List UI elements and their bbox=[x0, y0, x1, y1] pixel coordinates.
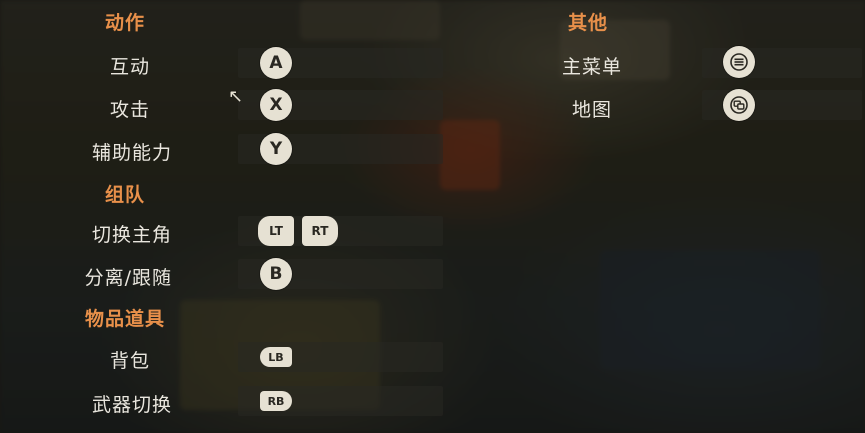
label-weapon-switch: 武器切换 bbox=[91, 394, 172, 416]
x-button-icon: X bbox=[260, 89, 292, 121]
menu-icon bbox=[723, 46, 755, 78]
view-squares-icon bbox=[730, 96, 748, 114]
menu-lines-icon bbox=[730, 53, 748, 71]
section-title-team: 组队 bbox=[104, 184, 145, 206]
lt-trigger-icon: LT bbox=[258, 216, 294, 246]
y-button-icon: Y bbox=[260, 133, 292, 165]
view-icon bbox=[723, 89, 755, 121]
rt-trigger-icon: RT bbox=[302, 216, 338, 246]
section-title-actions: 动作 bbox=[104, 12, 145, 34]
section-title-items: 物品道具 bbox=[84, 308, 165, 330]
rb-bumper-icon: RB bbox=[260, 391, 292, 411]
mouse-cursor-icon: ↖ bbox=[228, 86, 244, 107]
section-title-other: 其他 bbox=[567, 12, 608, 34]
label-backpack: 背包 bbox=[109, 350, 150, 372]
label-attack: 攻击 bbox=[109, 99, 150, 121]
label-switch-protagonist: 切换主角 bbox=[91, 224, 172, 246]
label-map: 地图 bbox=[571, 99, 612, 121]
label-main-menu: 主菜单 bbox=[561, 56, 622, 78]
label-interact: 互动 bbox=[109, 56, 150, 78]
a-button-icon: A bbox=[260, 47, 292, 79]
label-support-ability: 辅助能力 bbox=[91, 142, 172, 164]
label-split-follow: 分离/跟随 bbox=[84, 267, 172, 289]
lb-bumper-icon: LB bbox=[260, 347, 292, 367]
b-button-icon: B bbox=[260, 258, 292, 290]
